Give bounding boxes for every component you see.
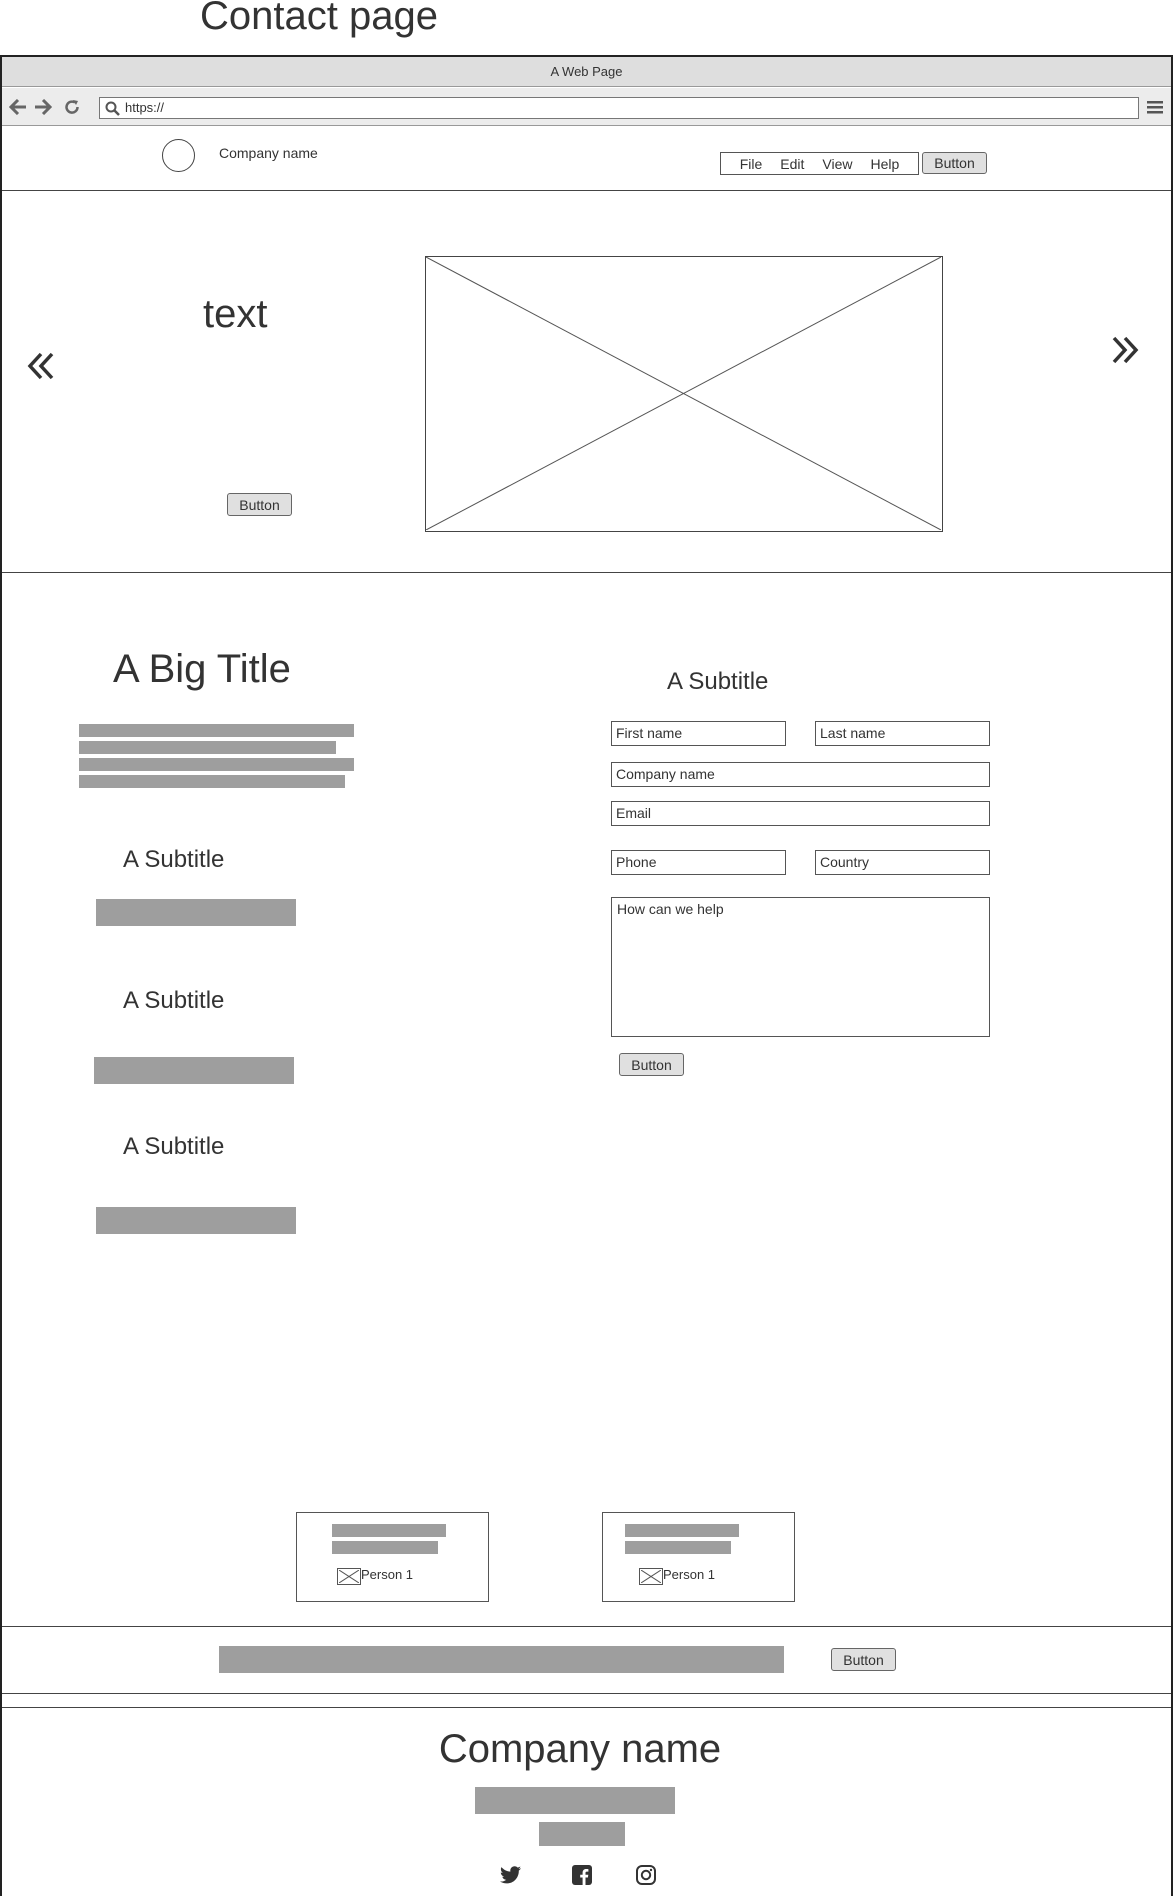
- company-name-field[interactable]: Company name: [611, 762, 990, 787]
- instagram-icon[interactable]: [634, 1864, 658, 1886]
- hamburger-menu-icon[interactable]: [1146, 98, 1164, 116]
- header-button[interactable]: Button: [922, 152, 987, 174]
- left-subtitle-2: A Subtitle: [123, 987, 225, 1014]
- text-line: [79, 775, 345, 788]
- person-card: Person 1: [296, 1512, 489, 1602]
- email-field[interactable]: Email: [611, 801, 990, 826]
- menu-item-edit[interactable]: Edit: [771, 156, 813, 172]
- hero-image-placeholder: [425, 256, 943, 532]
- address-bar[interactable]: https://: [99, 97, 1139, 119]
- image-icon: [337, 1568, 361, 1585]
- message-textarea[interactable]: How can we help: [611, 897, 990, 1037]
- carousel-prev-icon[interactable]: [26, 350, 56, 382]
- last-name-field[interactable]: Last name: [815, 721, 990, 746]
- menu-item-view[interactable]: View: [813, 156, 861, 172]
- text-block: [96, 1207, 296, 1234]
- logo-circle[interactable]: [162, 139, 195, 172]
- text-line: [79, 741, 336, 754]
- card-text-line: [625, 1524, 739, 1537]
- menu-item-help[interactable]: Help: [861, 156, 908, 172]
- card-text-line: [332, 1524, 446, 1537]
- footer-text-line: [539, 1822, 625, 1846]
- country-field[interactable]: Country: [815, 850, 990, 875]
- menu-bar: File Edit View Help: [720, 152, 919, 175]
- browser-title-bar: A Web Page: [2, 57, 1171, 87]
- forward-icon[interactable]: [33, 98, 53, 116]
- hero-button[interactable]: Button: [227, 493, 292, 516]
- newsletter-button[interactable]: Button: [831, 1648, 896, 1671]
- text-block: [96, 899, 296, 926]
- page-title: Contact page: [200, 0, 438, 38]
- header-company-name[interactable]: Company name: [219, 145, 318, 161]
- form-subtitle: A Subtitle: [667, 668, 769, 695]
- window-title: A Web Page: [550, 64, 623, 79]
- text-line: [79, 724, 354, 737]
- person-card: Person 1: [602, 1512, 795, 1602]
- footer-company-name: Company name: [438, 1727, 722, 1771]
- person-name: Person 1: [663, 1567, 716, 1582]
- image-icon: [639, 1568, 663, 1585]
- facebook-icon[interactable]: [570, 1864, 594, 1886]
- reload-icon[interactable]: [62, 98, 82, 116]
- form-submit-button[interactable]: Button: [619, 1053, 684, 1076]
- text-block: [94, 1057, 294, 1084]
- back-icon[interactable]: [8, 98, 28, 116]
- phone-field[interactable]: Phone: [611, 850, 786, 875]
- card-text-line: [625, 1541, 731, 1554]
- twitter-icon[interactable]: [499, 1864, 523, 1886]
- left-subtitle-3: A Subtitle: [123, 1133, 225, 1160]
- hero-text: text: [203, 292, 268, 336]
- text-line: [79, 758, 354, 771]
- footer-text-line: [475, 1787, 675, 1814]
- search-icon: [104, 100, 120, 116]
- big-title: A Big Title: [113, 647, 291, 691]
- first-name-field[interactable]: First name: [611, 721, 786, 746]
- address-text: https://: [125, 100, 165, 115]
- carousel-next-icon[interactable]: [1110, 334, 1140, 366]
- card-text-line: [332, 1541, 438, 1554]
- left-subtitle-1: A Subtitle: [123, 846, 225, 873]
- person-name: Person 1: [361, 1567, 414, 1582]
- newsletter-input[interactable]: [219, 1646, 784, 1673]
- menu-item-file[interactable]: File: [731, 156, 772, 172]
